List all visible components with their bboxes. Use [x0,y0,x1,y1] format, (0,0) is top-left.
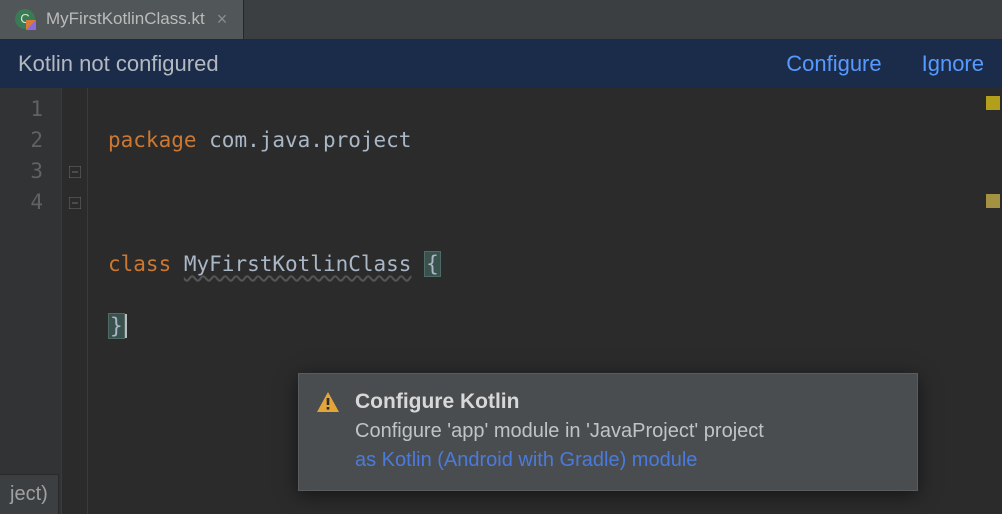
notification-text: Kotlin not configured [18,51,219,77]
popup-action-link[interactable]: as Kotlin (Android with Gradle) module [355,449,764,472]
text-caret [125,314,127,338]
line-number: 3 [0,156,43,187]
editor-tab[interactable]: C MyFirstKotlinClass.kt × [0,0,244,39]
tab-filename: MyFirstKotlinClass.kt [46,9,205,29]
ignore-link[interactable]: Ignore [922,51,984,77]
close-brace: } [108,313,125,339]
popup-title: Configure Kotlin [355,390,764,414]
package-name: com.java.project [197,128,412,152]
warning-marker[interactable] [986,194,1000,208]
keyword-class: class [108,252,171,276]
line-gutter: 1 2 3 4 [0,88,62,514]
fold-column [62,88,88,514]
close-tab-button[interactable]: × [215,10,230,28]
status-text: ject) [10,483,48,506]
line-number: 1 [0,94,43,125]
blank-line [108,187,1002,218]
keyword-package: package [108,128,197,152]
kotlin-class-icon: C [14,8,36,30]
intention-popup[interactable]: Configure Kotlin Configure 'app' module … [298,373,918,491]
line-number: 2 [0,125,43,156]
notification-actions: Configure Ignore [786,51,984,77]
warning-icon [317,392,339,472]
tab-bar: C MyFirstKotlinClass.kt × [0,0,1002,40]
problem-marker[interactable] [986,96,1000,110]
notification-bar: Kotlin not configured Configure Ignore [0,40,1002,88]
fold-start-icon[interactable] [62,156,87,187]
status-bar-fragment: ject) [0,474,59,514]
error-stripe [982,88,1002,514]
class-name: MyFirstKotlinClass [184,252,412,276]
configure-link[interactable]: Configure [786,51,881,77]
popup-description: Configure 'app' module in 'JavaProject' … [355,420,764,443]
open-brace: { [424,251,441,277]
fold-end-icon[interactable] [62,187,87,218]
line-number: 4 [0,187,43,218]
popup-text: Configure Kotlin Configure 'app' module … [355,390,764,472]
